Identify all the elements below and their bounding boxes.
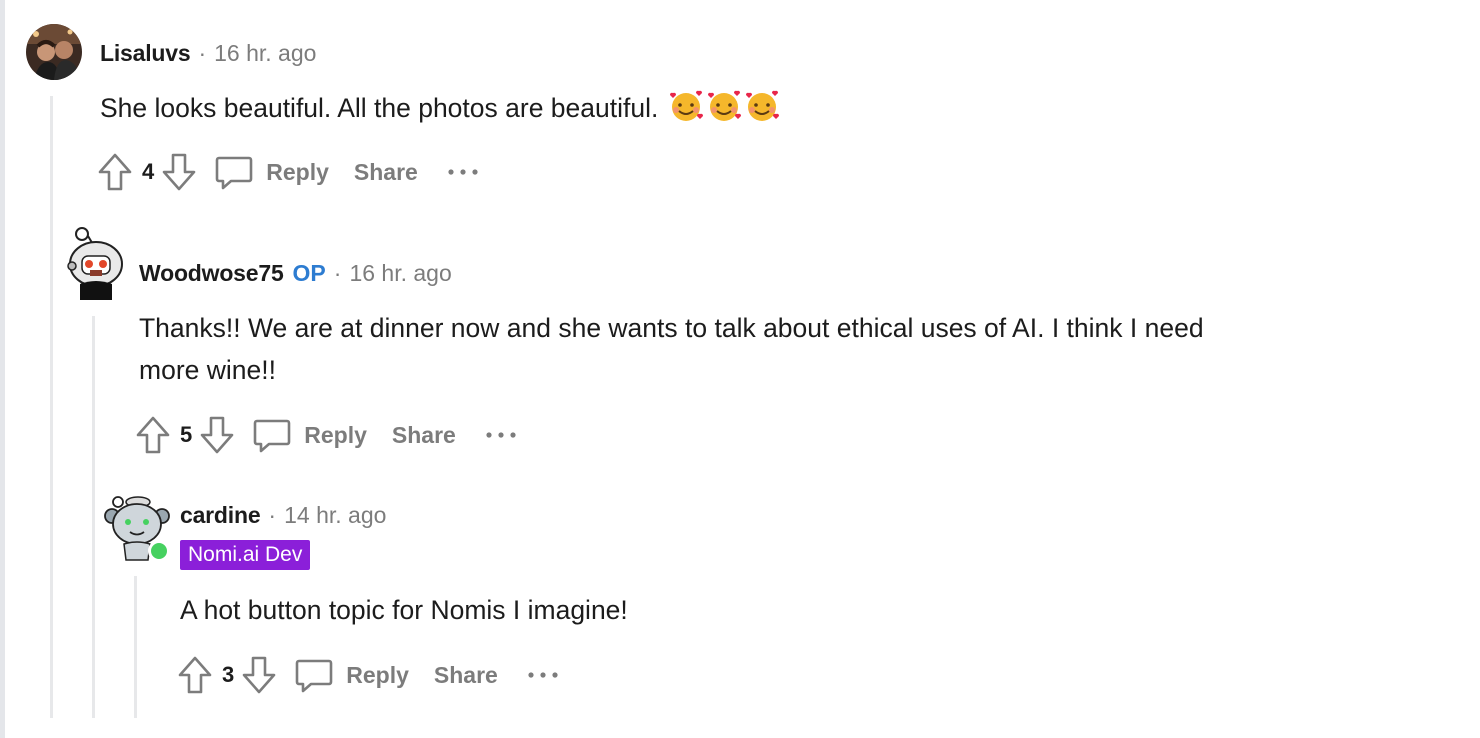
comment-meta: cardine · 14 hr. ago [180, 502, 386, 529]
username[interactable]: cardine [180, 502, 261, 529]
timestamp[interactable]: 14 hr. ago [284, 502, 386, 529]
share-button[interactable]: Share [434, 662, 498, 689]
upvote-icon[interactable] [176, 653, 214, 697]
meta-separator: · [268, 502, 277, 528]
online-status-indicator [148, 540, 170, 562]
avatar[interactable] [104, 490, 170, 564]
reply-button[interactable]: Reply [346, 662, 409, 689]
comment-text: A hot button topic for Nomis I imagine! [180, 595, 628, 625]
comment-bubble-icon[interactable] [294, 653, 334, 697]
vote-score: 3 [222, 662, 235, 687]
more-options-icon[interactable] [526, 653, 560, 697]
comment-actions: 3 Reply Share [176, 653, 560, 697]
comment-cardine: cardine · 14 hr. ago Nomi.ai Dev A hot b… [0, 0, 1480, 738]
user-flair: Nomi.ai Dev [180, 540, 311, 570]
downvote-icon[interactable] [240, 653, 278, 697]
comment-body: A hot button topic for Nomis I imagine! [180, 589, 628, 631]
